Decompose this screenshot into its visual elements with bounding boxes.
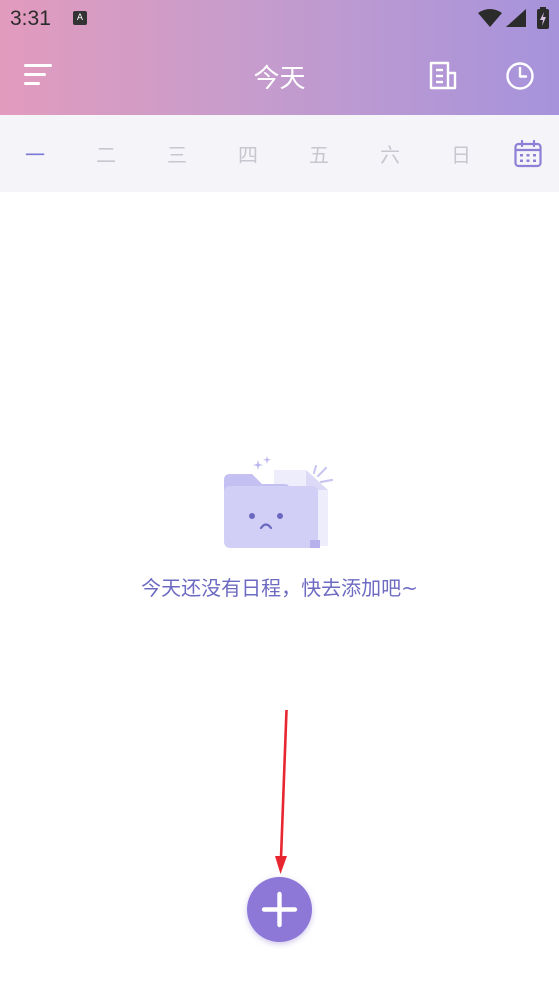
- notification-icon: A: [73, 11, 87, 25]
- notes-icon: [429, 61, 457, 90]
- weekday-tue[interactable]: 二: [86, 139, 126, 168]
- clock-icon: [506, 62, 534, 90]
- status-bar: 3:31 A: [0, 0, 559, 38]
- empty-state-message: 今天还没有日程，快去添加吧~: [141, 576, 418, 600]
- add-schedule-button[interactable]: [247, 877, 312, 942]
- weekday-thu[interactable]: 四: [228, 139, 268, 168]
- status-time: 3:31: [10, 7, 51, 30]
- page-title-wrap: 今天: [0, 58, 559, 95]
- clock-button[interactable]: [505, 61, 535, 95]
- weekday-sat[interactable]: 六: [370, 139, 410, 168]
- weekday-sun[interactable]: 日: [441, 139, 481, 168]
- menu-button[interactable]: [24, 63, 54, 89]
- week-selector: 一 二 三 四 五 六 日: [0, 115, 559, 192]
- signal-icon: [506, 9, 526, 27]
- weekday-fri[interactable]: 五: [299, 139, 339, 168]
- page-title: 今天: [253, 64, 306, 94]
- plus-icon: [261, 891, 298, 928]
- battery-icon: [537, 7, 549, 29]
- weekday-mon[interactable]: 一: [15, 139, 55, 168]
- app-header: 3:31 A 今天: [0, 0, 559, 115]
- empty-folder-illustration: [222, 456, 338, 556]
- menu-icon: [24, 64, 52, 85]
- notes-button[interactable]: [428, 61, 458, 95]
- weekday-wed[interactable]: 三: [157, 139, 197, 168]
- calendar-button[interactable]: [514, 139, 542, 172]
- annotation-arrow: [275, 709, 288, 874]
- wifi-icon: [478, 9, 502, 27]
- calendar-icon: [514, 139, 542, 168]
